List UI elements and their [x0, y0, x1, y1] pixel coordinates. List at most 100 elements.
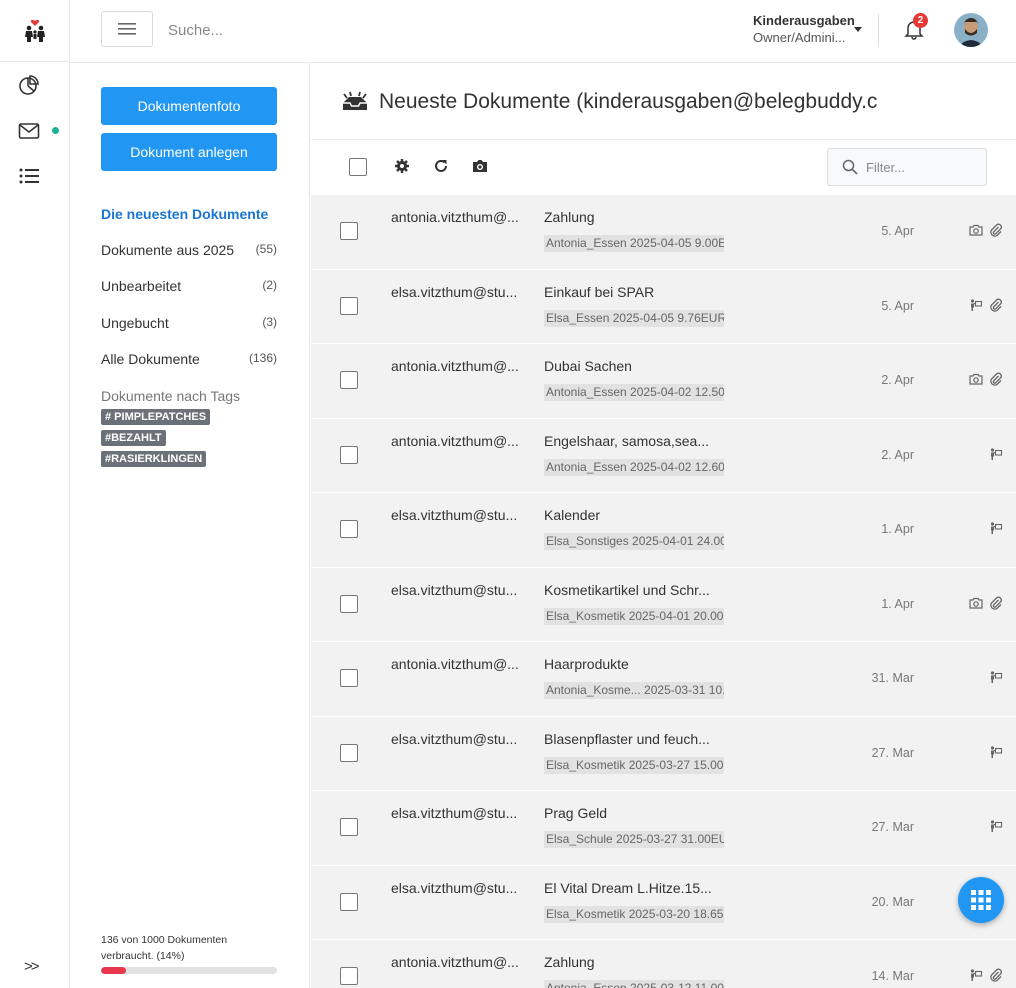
row-checkbox[interactable]	[340, 818, 358, 836]
row-subject: Blasenpflaster und feuch...	[544, 730, 710, 747]
tag-chip[interactable]: # PIMPLEPATCHES	[101, 409, 211, 425]
row-subject: Zahlung	[544, 954, 595, 970]
filter-field[interactable]	[827, 148, 987, 186]
search-icon	[842, 159, 858, 175]
expand-sidebar-button[interactable]: >>	[24, 958, 39, 975]
person-board-icon	[970, 969, 983, 981]
document-row[interactable]: antonia.vitzthum@... Haarprodukte Antonia_…	[311, 641, 1016, 715]
paperclip-icon	[990, 596, 1002, 610]
folder-unbooked[interactable]: Ungebucht (3)	[101, 315, 277, 331]
camera-icon	[969, 597, 983, 609]
row-filename: Antonia_Essen 2025-04-02 12.60EUR	[544, 458, 724, 476]
hamburger-icon	[118, 23, 136, 35]
row-date: 2. Apr	[881, 373, 914, 387]
folder-2025[interactable]: Dokumente aus 2025 (55)	[101, 242, 277, 258]
row-filename: Elsa_Schule 2025-03-27 31.00EUR	[544, 831, 724, 848]
row-status-icons	[959, 223, 1003, 239]
document-row[interactable]: elsa.vitzthum@stu... Kalender Elsa_Sonstig…	[311, 492, 1016, 566]
folder-label: Die neuesten Dokumente	[101, 206, 269, 222]
folder-count: (55)	[255, 242, 277, 256]
apps-grid-button[interactable]	[958, 877, 1004, 923]
row-date: 5. Apr	[881, 224, 914, 238]
gear-icon[interactable]	[393, 157, 411, 175]
document-row[interactable]: antonia.vitzthum@... Engelshaar, samosa,s…	[311, 417, 1016, 492]
row-sender: elsa.vitzthum@stu...	[391, 507, 518, 523]
folder-latest[interactable]: Die neuesten Dokumente	[101, 206, 277, 222]
camera-icon	[969, 373, 983, 385]
paperclip-icon	[990, 223, 1002, 237]
row-checkbox[interactable]	[340, 296, 358, 315]
row-checkbox[interactable]	[340, 594, 358, 613]
folder-panel: Dokumentenfoto Dokument anlegen Die neue…	[70, 63, 310, 988]
folder-unprocessed[interactable]: Unbearbeitet (2)	[101, 278, 277, 294]
row-checkbox[interactable]	[340, 743, 358, 762]
caret-down-icon[interactable]	[854, 27, 862, 32]
row-date: 5. Apr	[881, 298, 914, 313]
list-icon[interactable]	[18, 165, 40, 187]
person-board-icon	[990, 522, 1003, 534]
row-checkbox[interactable]	[340, 520, 358, 538]
inbox-icon	[343, 91, 367, 110]
row-status-icons	[959, 298, 1003, 314]
document-list: antonia.vitzthum@... Zahlung Antonia_Essen…	[311, 194, 1016, 988]
document-row[interactable]: elsa.vitzthum@stu... Kosmetikartikel und …	[311, 566, 1016, 641]
tag-chip[interactable]: #RASIERKLINGEN	[101, 451, 207, 467]
document-row[interactable]: antonia.vitzthum@... Zahlung Antonia_Essen…	[311, 194, 1016, 268]
mail-icon[interactable]	[18, 120, 40, 142]
paperclip-icon	[990, 298, 1002, 312]
filter-input[interactable]	[866, 159, 976, 175]
online-indicator	[52, 127, 59, 134]
document-row[interactable]: antonia.vitzthum@... Dubai Sachen Antonia_…	[311, 343, 1016, 417]
row-checkbox[interactable]	[340, 222, 358, 240]
app: >> Kinderausgaben Owner/Admini... 2	[0, 0, 1016, 988]
row-subject: Dubai Sachen	[544, 358, 632, 374]
divider	[878, 14, 879, 46]
row-checkbox[interactable]	[340, 669, 358, 687]
row-checkbox[interactable]	[340, 371, 358, 389]
row-sender: antonia.vitzthum@...	[391, 209, 519, 225]
document-row[interactable]: elsa.vitzthum@stu... Prag Geld Elsa_Schule…	[311, 790, 1016, 864]
row-filename: Elsa_Kosmetik 2025-03-20 18.65EUR	[544, 905, 724, 923]
row-sender: elsa.vitzthum@stu...	[391, 283, 518, 300]
row-subject: El Vital Dream L.Hitze.15...	[544, 879, 712, 896]
person-board-icon	[990, 745, 1003, 758]
row-date: 2. Apr	[881, 447, 914, 462]
paperclip-icon	[990, 372, 1002, 386]
row-checkbox[interactable]	[340, 892, 358, 911]
document-row[interactable]: antonia.vitzthum@... Zahlung Antonia_Essen…	[311, 939, 1016, 988]
menu-toggle-button[interactable]	[101, 11, 153, 47]
account-switcher[interactable]: Kinderausgaben Owner/Admini...	[753, 13, 863, 45]
select-all-checkbox[interactable]	[349, 158, 367, 176]
document-row[interactable]: elsa.vitzthum@stu... Blasenpflaster und f…	[311, 715, 1016, 790]
list-toolbar	[311, 140, 1016, 194]
row-status-icons	[959, 521, 1003, 537]
avatar[interactable]	[954, 13, 988, 47]
search-input[interactable]	[168, 16, 468, 44]
pie-chart-icon[interactable]	[18, 74, 40, 96]
row-filename: Elsa_Kosmetik 2025-03-27 15.00EUR	[544, 756, 724, 774]
folder-all[interactable]: Alle Dokumente (136)	[101, 351, 277, 367]
tag-chip[interactable]: #BEZAHLT	[101, 430, 166, 446]
folder-label: Alle Dokumente	[101, 351, 200, 367]
document-photo-button[interactable]: Dokumentenfoto	[101, 87, 277, 125]
folder-label: Dokumente aus 2025	[101, 242, 235, 258]
row-sender: antonia.vitzthum@...	[391, 656, 519, 672]
row-date: 1. Apr	[881, 522, 914, 536]
refresh-icon[interactable]	[432, 157, 450, 175]
camera-icon[interactable]	[471, 157, 489, 175]
row-subject: Einkauf bei SPAR	[544, 283, 655, 300]
row-filename: Elsa_Sonstiges 2025-04-01 24.00EUR	[544, 533, 724, 550]
row-sender: antonia.vitzthum@...	[391, 432, 519, 449]
folder-count: (136)	[248, 351, 277, 365]
row-filename: Antonia_Kosme... 2025-03-31 10.00EUR	[544, 682, 724, 699]
row-checkbox[interactable]	[340, 967, 358, 985]
create-document-button[interactable]: Dokument anlegen	[101, 133, 277, 171]
row-date: 1. Apr	[881, 596, 914, 611]
document-row[interactable]: elsa.vitzthum@stu... El Vital Dream L.Hit…	[311, 864, 1016, 939]
icon-rail: >>	[0, 0, 70, 988]
family-logo-icon[interactable]	[0, 0, 70, 62]
document-list-panel: Neueste Dokumente (kinderausgaben@belegb…	[311, 63, 1016, 988]
row-checkbox[interactable]	[340, 445, 358, 464]
document-row[interactable]: elsa.vitzthum@stu... Einkauf bei SPAR Elsa…	[311, 268, 1016, 343]
row-sender: elsa.vitzthum@stu...	[391, 805, 518, 821]
